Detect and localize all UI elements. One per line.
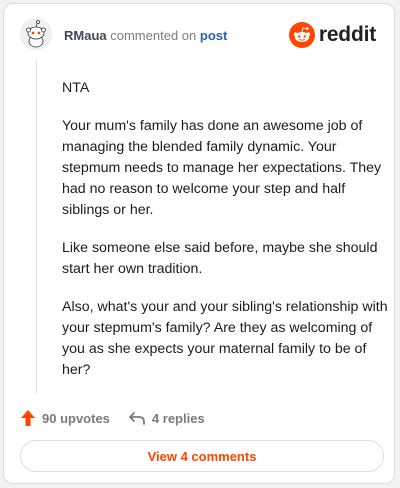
- comment-card: RMaua commented on post reddit NTA Your …: [3, 3, 395, 484]
- thread-line: [36, 60, 37, 394]
- upvote-button[interactable]: 90 upvotes: [20, 409, 110, 427]
- reply-arrow-icon: [129, 412, 145, 425]
- comment-header: RMaua commented on post reddit: [20, 18, 378, 54]
- reddit-wordmark: reddit: [318, 23, 376, 46]
- snoo-avatar-icon[interactable]: [20, 18, 52, 50]
- reddit-logo-icon: [288, 22, 315, 48]
- comment-paragraph: Your mum's family has done an awesome jo…: [62, 118, 382, 218]
- view-comments-button[interactable]: View 4 comments: [20, 440, 384, 472]
- post-link[interactable]: post: [200, 28, 227, 43]
- comment-meta: RMaua commented on post: [64, 28, 227, 43]
- comment-body: NTA Your mum's family has done an awesom…: [62, 78, 388, 398]
- upvote-arrow-icon: [21, 410, 35, 426]
- comment-paragraph: NTA: [62, 80, 90, 96]
- reddit-brand[interactable]: reddit: [288, 21, 376, 49]
- comment-actions: 90 upvotes 4 replies: [20, 408, 205, 428]
- replies-button[interactable]: 4 replies: [128, 410, 205, 426]
- replies-count: 4 replies: [151, 410, 205, 426]
- username-link[interactable]: RMaua: [64, 28, 107, 43]
- comment-action-text: commented on: [110, 28, 197, 43]
- upvote-count: 90 upvotes: [42, 410, 110, 426]
- view-comments-label: View 4 comments: [147, 448, 257, 464]
- comment-paragraph: Like someone else said before, maybe she…: [62, 240, 378, 277]
- comment-paragraph: Also, what's your and your sibling's rel…: [62, 299, 388, 378]
